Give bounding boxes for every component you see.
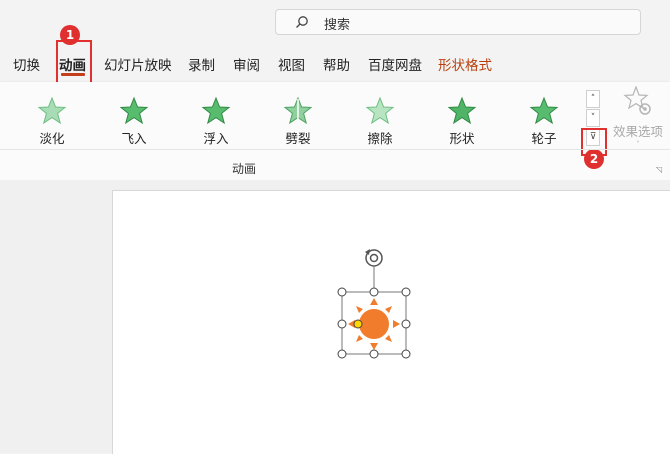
- ribbon-tabs: 切换 动画 幻灯片放映 录制 审阅 视图 帮助 百度网盘 形状格式: [0, 48, 670, 78]
- star-icon: [529, 96, 559, 125]
- star-icon: [37, 96, 67, 125]
- animation-label: 擦除: [367, 131, 393, 146]
- animation-wipe[interactable]: 擦除: [350, 96, 410, 147]
- star-icon: [365, 96, 395, 125]
- animation-fade[interactable]: 淡化: [22, 96, 82, 147]
- scroll-down-button[interactable]: ˅: [586, 109, 600, 127]
- star-icon: [201, 96, 231, 125]
- animation-label: 飞入: [121, 131, 147, 146]
- tab-view[interactable]: 视图: [278, 54, 305, 74]
- group-label-animation: 动画: [232, 162, 257, 176]
- animation-fly-in[interactable]: 飞入: [104, 96, 164, 147]
- tab-transitions[interactable]: 切换: [13, 54, 40, 74]
- effect-options-label: 效果选项: [612, 124, 663, 139]
- animation-label: 劈裂: [285, 131, 311, 146]
- chevron-down-icon: ˅: [636, 140, 640, 149]
- adjust-handle[interactable]: [353, 319, 363, 329]
- selected-shape[interactable]: [336, 246, 416, 366]
- star-icon: [119, 96, 149, 125]
- animation-float-in[interactable]: 浮入: [186, 96, 246, 147]
- search-placeholder: 搜索: [324, 18, 351, 33]
- tab-help[interactable]: 帮助: [323, 54, 350, 74]
- tab-review[interactable]: 审阅: [233, 54, 260, 74]
- effect-options-button[interactable]: 效果选项 ˅: [610, 85, 666, 149]
- callout-badge-2: 2: [584, 149, 604, 169]
- animation-label: 淡化: [39, 131, 65, 146]
- animation-wheel[interactable]: 轮子: [514, 96, 574, 147]
- tab-baidu-netdisk[interactable]: 百度网盘: [368, 54, 422, 74]
- effect-options-icon: [623, 85, 651, 115]
- rotate-handle-icon[interactable]: [365, 249, 383, 267]
- scroll-up-button[interactable]: ˄: [586, 90, 600, 108]
- animation-split[interactable]: 劈裂: [268, 96, 328, 147]
- search-icon: [295, 15, 309, 33]
- star-icon: [447, 96, 477, 125]
- title-bar: 搜索: [0, 0, 670, 46]
- animation-label: 浮入: [203, 131, 229, 146]
- tab-record[interactable]: 录制: [188, 54, 215, 74]
- ribbon-group-separator: [0, 149, 670, 150]
- search-box[interactable]: 搜索: [275, 9, 641, 35]
- dialog-launcher-icon[interactable]: ◹: [656, 166, 664, 174]
- animation-label: 轮子: [531, 131, 557, 146]
- star-icon: [283, 96, 313, 125]
- animation-label: 形状: [449, 131, 475, 146]
- callout-highlight-1: [56, 40, 92, 84]
- tab-slideshow[interactable]: 幻灯片放映: [104, 54, 172, 74]
- animation-shape[interactable]: 形状: [432, 96, 492, 147]
- callout-badge-1: 1: [60, 25, 80, 45]
- tab-shape-format[interactable]: 形状格式: [438, 54, 492, 74]
